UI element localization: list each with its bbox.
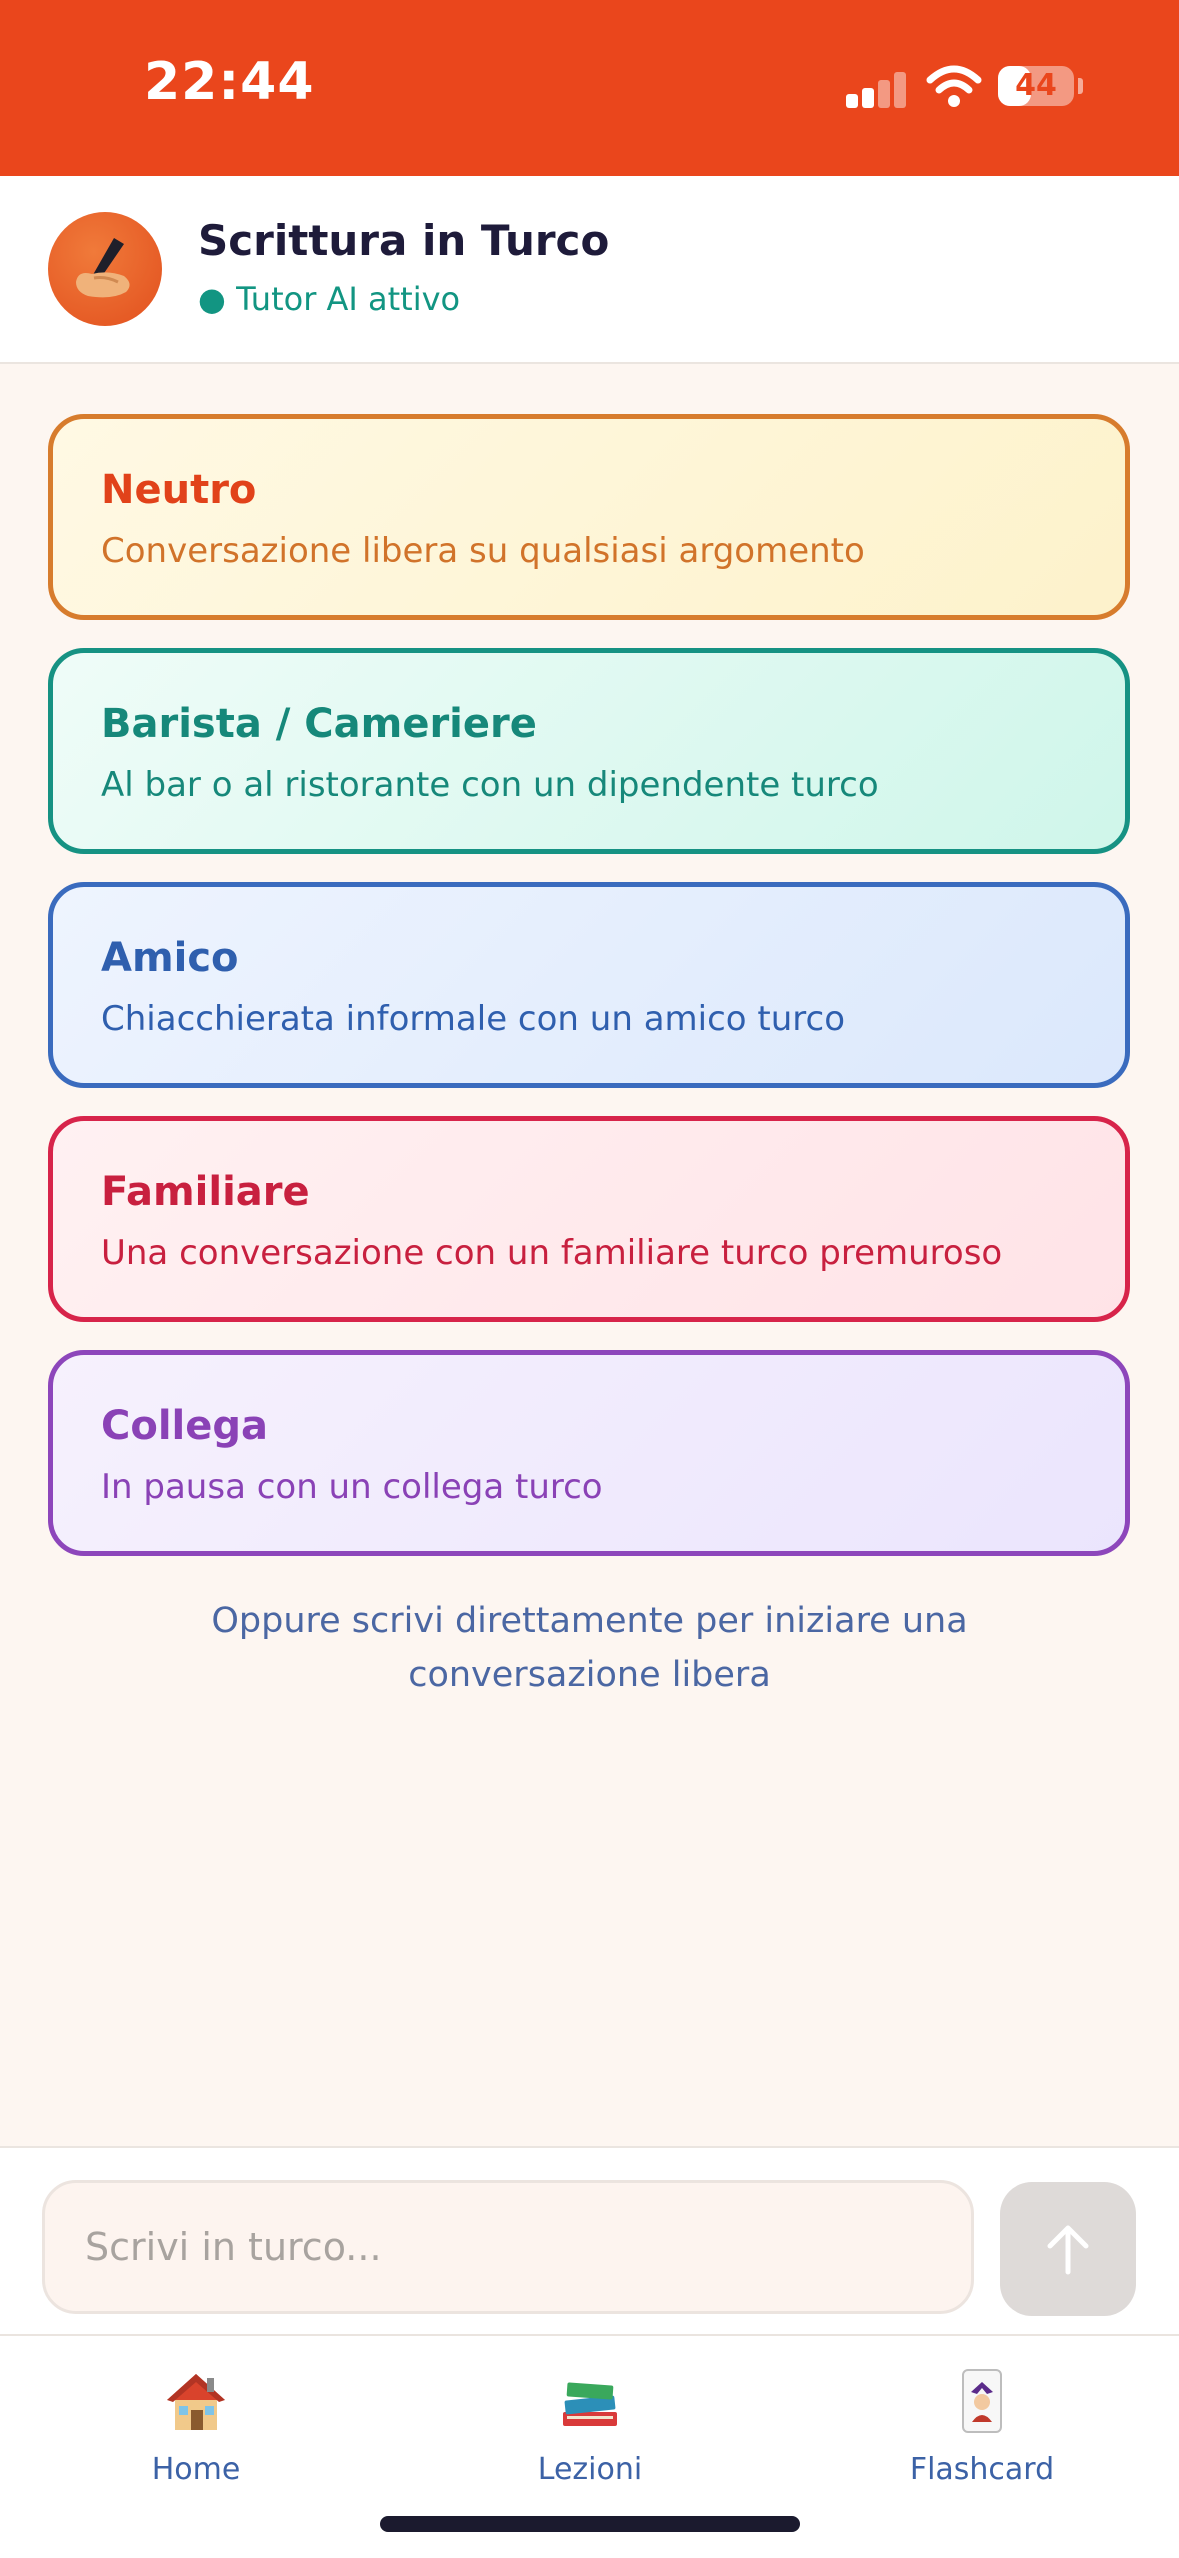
scenario-description: Al bar o al ristorante con un dipendente… [101,765,879,805]
chat-header: Scrittura in Turco ● Tutor AI attivo [0,176,1179,364]
tab-label: Home [151,2452,241,2487]
wifi-icon [926,65,982,107]
tab-label: Flashcard [909,2452,1055,2487]
joker-card-icon [962,2369,1002,2433]
battery-tip [1078,78,1083,94]
free-conversation-hint: Oppure scrivi direttamente per iniziare … [211,1601,968,1695]
page-title: Scrittura in Turco [198,216,610,265]
scenario-title: Amico [101,935,239,981]
scenario-card-barista[interactable]: Barista / Cameriere Al bar o al ristoran… [48,648,1130,854]
status-bar: 22:44 44 [0,0,1179,176]
scenario-description: Una conversazione con un familiare turco… [101,1233,1003,1273]
house-icon [167,2374,225,2430]
message-input[interactable] [42,2180,974,2314]
scenario-card-collega[interactable]: Collega In pausa con un collega turco [48,1350,1130,1556]
avatar [48,212,162,326]
tab-home[interactable]: Home [76,2366,316,2496]
writing-hand-icon [76,238,130,298]
status-time: 22:44 [144,52,315,112]
tab-flashcard[interactable]: Flashcard [862,2366,1102,2496]
home-indicator [380,2516,800,2532]
tab-lezioni[interactable]: Lezioni [470,2366,710,2496]
tutor-status: ● Tutor AI attivo [198,280,461,318]
battery-icon: 44 [998,66,1074,106]
arrow-up-icon [1047,2225,1089,2275]
scenario-description: In pausa con un collega turco [101,1467,603,1507]
tab-label: Lezioni [537,2452,643,2487]
books-icon [563,2382,617,2426]
scenario-title: Familiare [101,1169,310,1215]
send-button[interactable] [1000,2182,1136,2316]
scenario-card-neutro[interactable]: Neutro Conversazione libera su qualsiasi… [48,414,1130,620]
scenario-description: Chiacchierata informale con un amico tur… [101,999,845,1039]
scenario-title: Neutro [101,467,257,513]
signal-icon [846,72,908,108]
scenario-title: Collega [101,1403,269,1449]
scenario-card-amico[interactable]: Amico Chiacchierata informale con un ami… [48,882,1130,1088]
scenario-description: Conversazione libera su qualsiasi argome… [101,531,865,571]
scenario-title: Barista / Cameriere [101,701,537,747]
scenario-card-familiare[interactable]: Familiare Una conversazione con un famil… [48,1116,1130,1322]
battery-level: 44 [1015,68,1057,103]
